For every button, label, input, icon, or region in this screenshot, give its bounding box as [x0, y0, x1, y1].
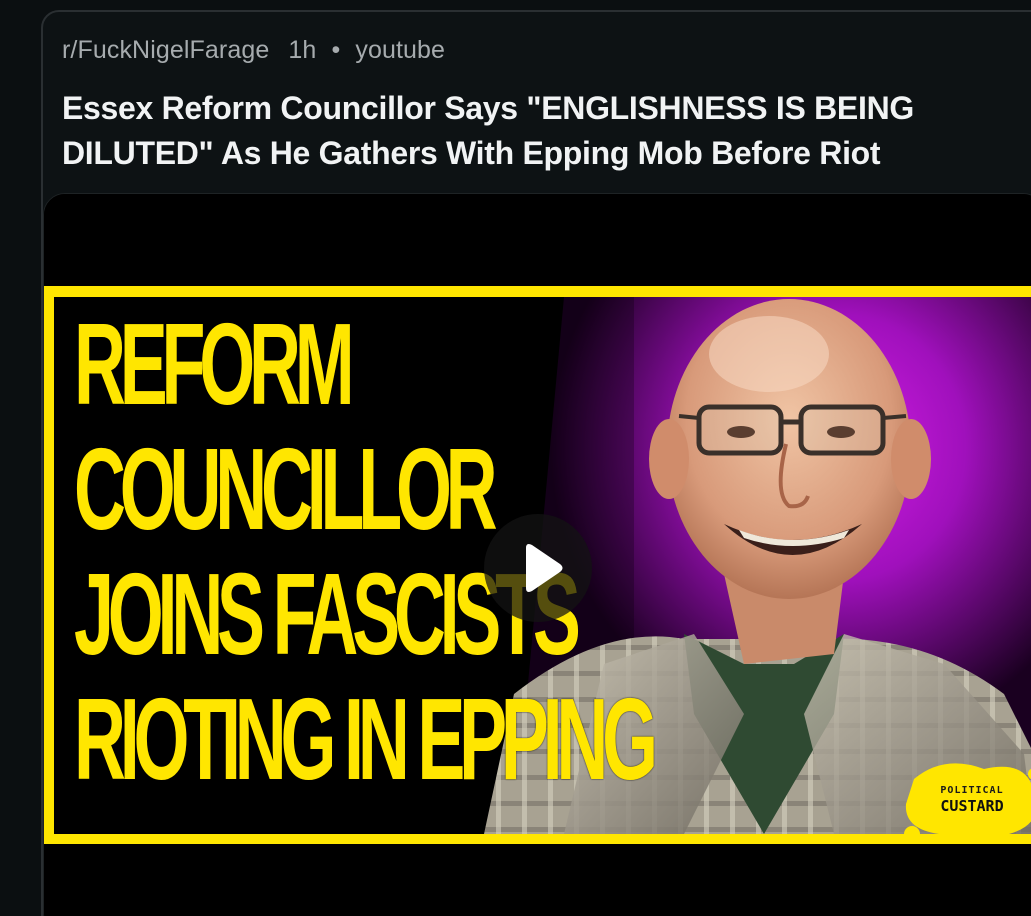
headline-line-1: REFORM — [74, 299, 355, 429]
post-source: youtube — [355, 36, 446, 64]
play-button[interactable] — [484, 514, 592, 622]
reddit-feed: r/FuckNigelFarage 1h • youtube Essex Ref… — [0, 0, 1031, 916]
post-title[interactable]: Essex Reform Councillor Says "ENGLISHNES… — [62, 86, 962, 176]
channel-badge: POLITICAL CUSTARD — [908, 773, 1031, 835]
post-meta: r/FuckNigelFarage 1h • youtube — [62, 36, 445, 65]
post-time: 1h — [288, 36, 317, 64]
video-thumbnail[interactable]: REFORM COUNCILLOR JOINS FASCISTS RIOTING… — [43, 193, 1031, 916]
subreddit-link[interactable]: r/FuckNigelFarage — [62, 36, 269, 65]
headline-line-4: RIOTING IN EPPING — [74, 674, 658, 804]
badge-line-2: CUSTARD — [940, 797, 1004, 815]
badge-line-1: POLITICAL — [940, 785, 1004, 796]
meta-separator: • — [331, 36, 341, 64]
play-icon — [526, 544, 563, 592]
